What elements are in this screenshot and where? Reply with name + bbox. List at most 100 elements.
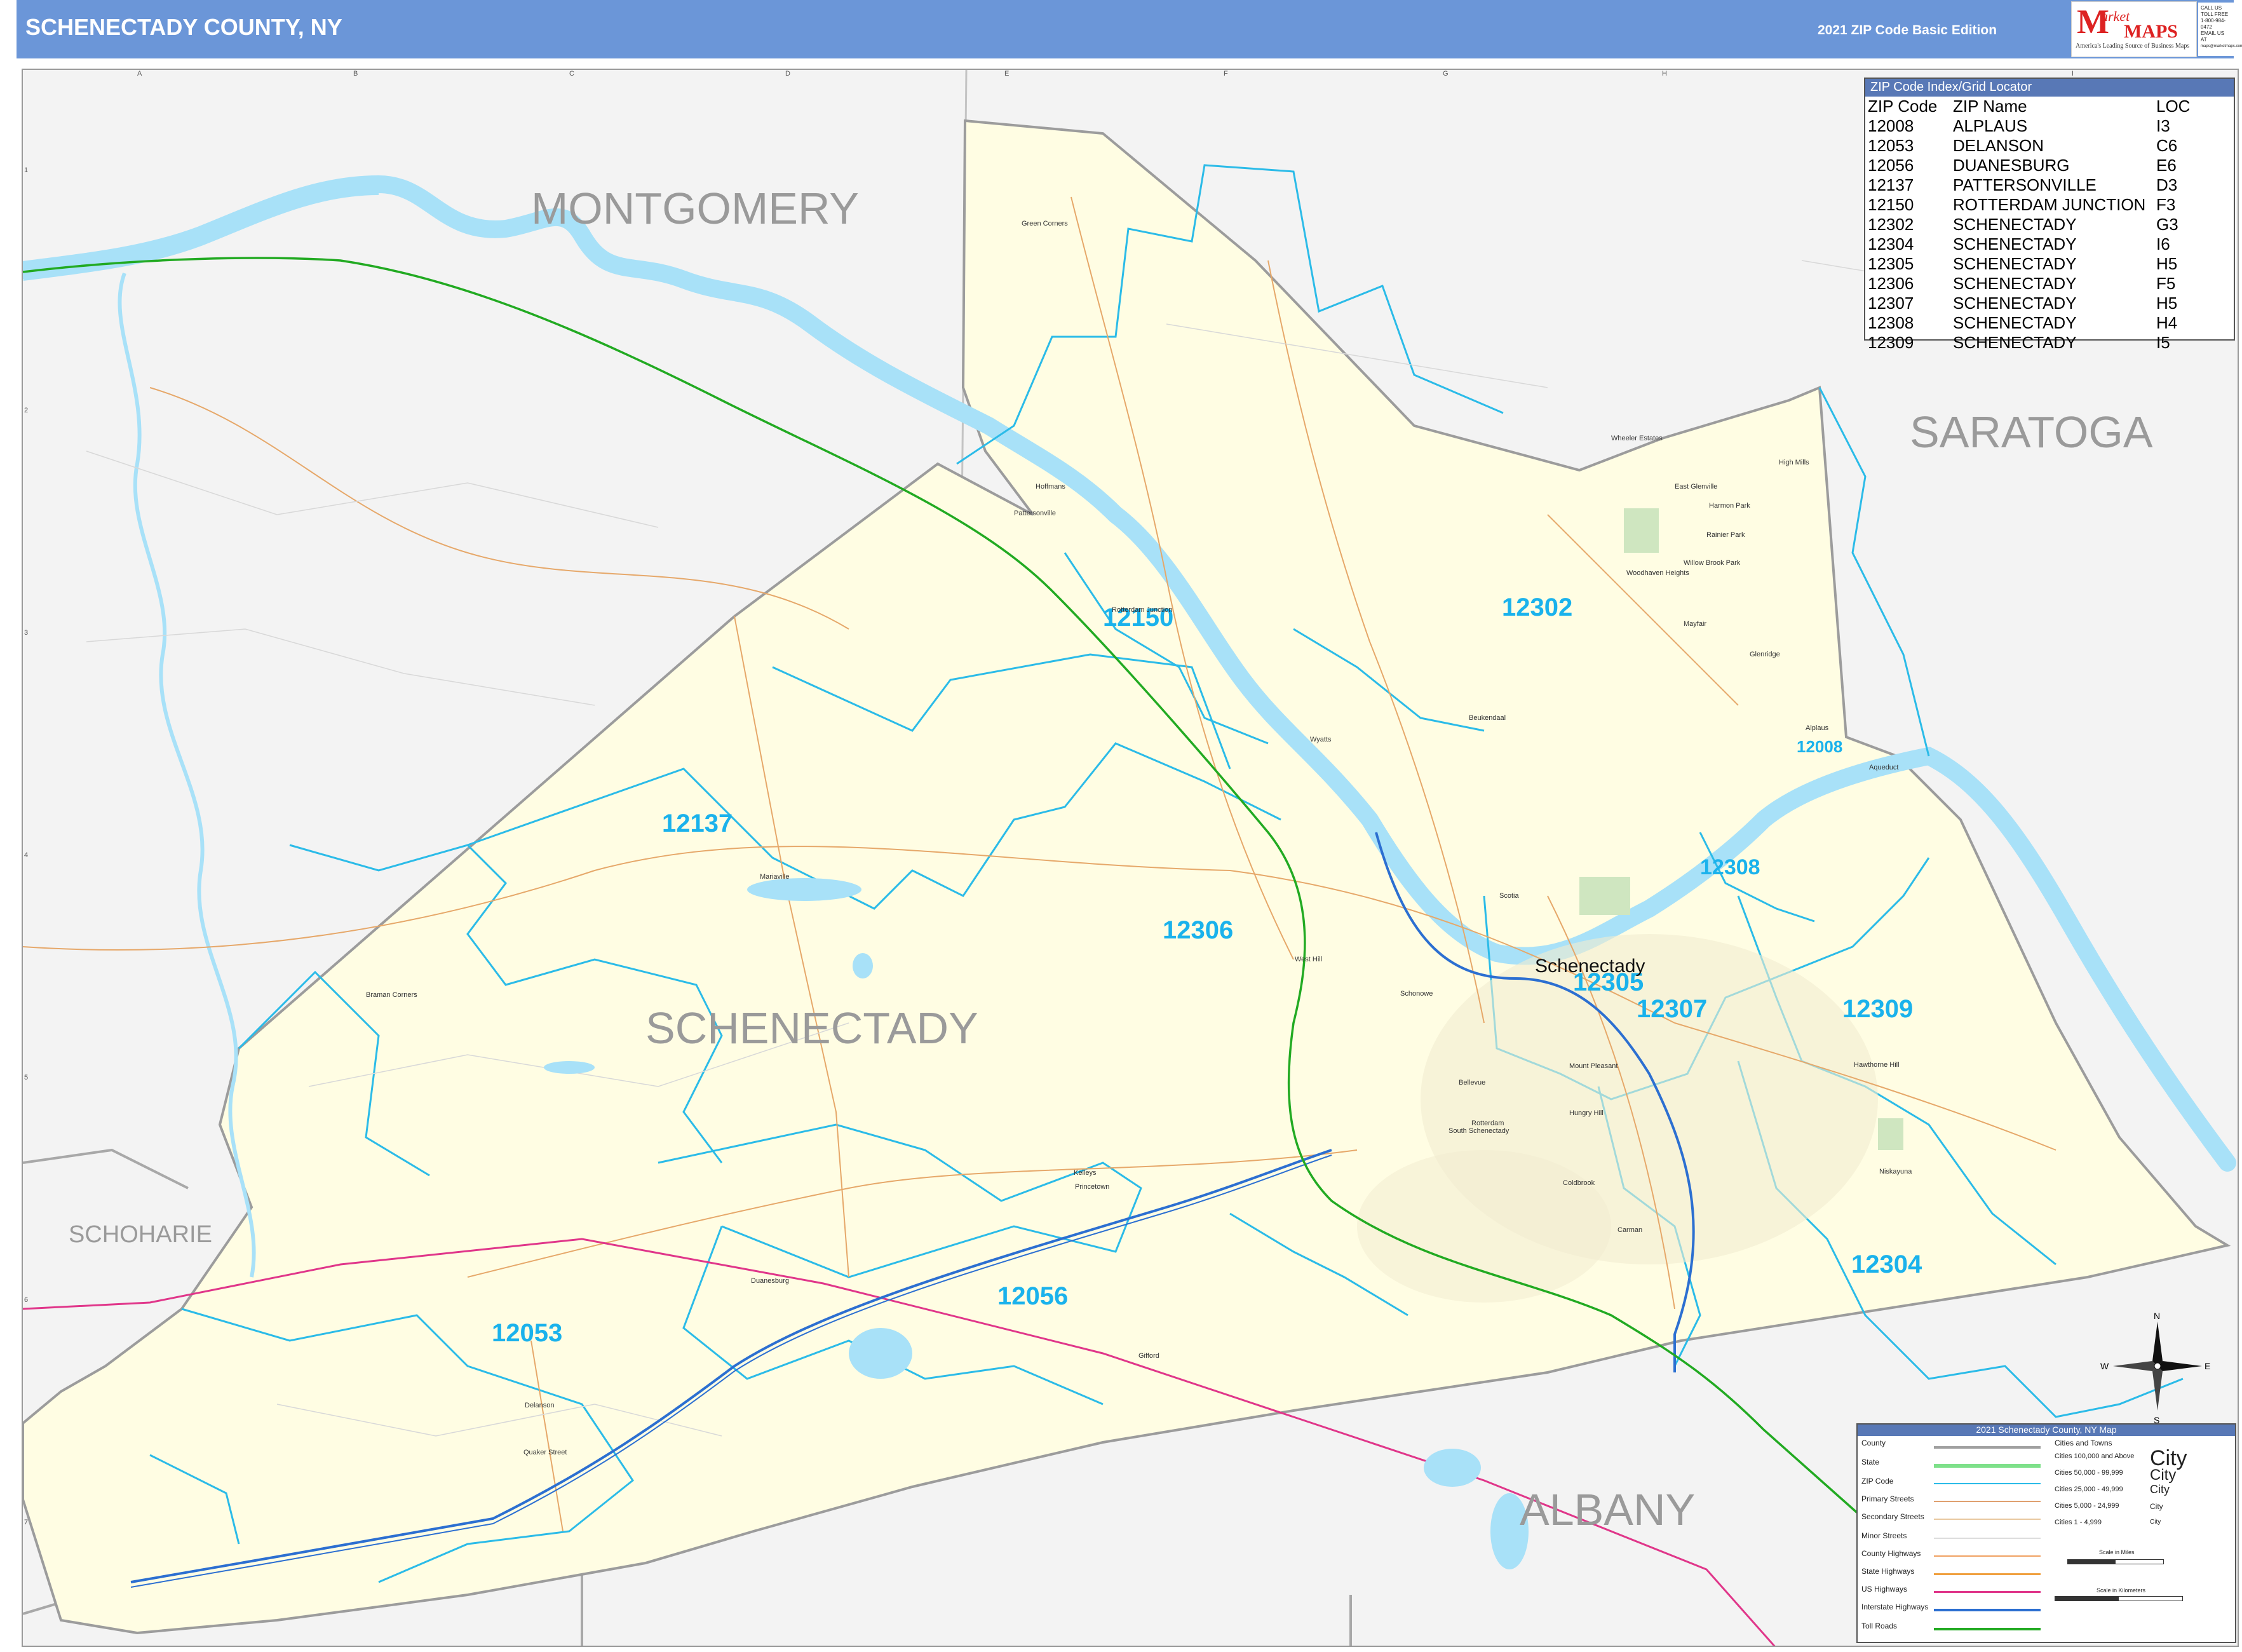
legend-city-sample: City bbox=[2150, 1502, 2163, 1511]
table-row: 12008 ALPLAUS I3 bbox=[1868, 116, 2220, 136]
place-label: Green Corners bbox=[1022, 220, 1068, 227]
legend-line-county-hwy bbox=[1934, 1555, 2041, 1557]
legend-row-interstate: Interstate Highways bbox=[1861, 1602, 1928, 1620]
county-label-saratoga: SARATOGA bbox=[1910, 407, 2153, 457]
grid-row-3: 3 bbox=[24, 629, 29, 637]
legend-line-minor bbox=[1934, 1538, 2041, 1539]
contact-line: EMAIL US AT bbox=[2201, 30, 2225, 43]
place-label: Pattersonville bbox=[1014, 510, 1057, 517]
zip-loc: F3 bbox=[2156, 195, 2176, 214]
contact-line: CALL US TOLL FREE bbox=[2201, 5, 2229, 17]
legend-row-county-hwy: County Highways bbox=[1861, 1549, 1921, 1567]
place-label: Quaker Street bbox=[523, 1449, 567, 1456]
contact-line: 1-800-984-0472 bbox=[2201, 18, 2226, 30]
place-label: Woodhaven Heights bbox=[1626, 569, 1689, 577]
zip-code: 12056 bbox=[1868, 156, 1914, 175]
legend-title: 2021 Schenectady County, NY Map bbox=[1858, 1425, 2235, 1436]
legend-row-state-hwy: State Highways bbox=[1861, 1567, 1914, 1585]
compass-e: E bbox=[2205, 1361, 2210, 1371]
place-label: Willow Brook Park bbox=[1684, 559, 1741, 567]
grid-col-a: A bbox=[137, 70, 142, 78]
col-header: LOC bbox=[2156, 97, 2191, 116]
scale-bar-km bbox=[2055, 1596, 2183, 1601]
market-maps-logo[interactable]: M arket MAPS America's Leading Source of… bbox=[2071, 1, 2197, 57]
zip-loc: F5 bbox=[2156, 274, 2176, 293]
grid-row-5: 5 bbox=[24, 1074, 29, 1081]
place-label: Kelleys bbox=[1074, 1169, 1097, 1177]
legend-row-us-hwy: US Highways bbox=[1861, 1585, 1907, 1602]
place-label: Wheeler Estates bbox=[1611, 435, 1663, 442]
legend-line-zip bbox=[1934, 1483, 2041, 1484]
place-label: Wyatts bbox=[1310, 736, 1332, 743]
grid-row-4: 4 bbox=[24, 851, 29, 859]
park bbox=[1878, 1118, 1903, 1150]
table-row: 12304 SCHENECTADY I6 bbox=[1868, 234, 2220, 254]
zip-name: SCHENECTADY bbox=[1953, 294, 2077, 313]
table-row: 12137 PATTERSONVILLE D3 bbox=[1868, 175, 2220, 195]
zip-name: DELANSON bbox=[1953, 136, 2044, 155]
grid-col-h: H bbox=[1662, 70, 1667, 78]
city-label-schenectady: Schenectady bbox=[1535, 956, 1645, 977]
table-row: 12308 SCHENECTADY H4 bbox=[1868, 313, 2220, 333]
place-label: Bellevue bbox=[1459, 1079, 1486, 1087]
place-label: Carman bbox=[1617, 1226, 1643, 1234]
zip-code: 12307 bbox=[1868, 294, 1914, 313]
zip-name: DUANESBURG bbox=[1953, 156, 2070, 175]
zip-label-12302: 12302 bbox=[1502, 593, 1573, 621]
legend-label: Minor Streets bbox=[1861, 1531, 1907, 1540]
zip-code: 12304 bbox=[1868, 234, 1914, 254]
legend-city-size: Cities 50,000 - 99,999 bbox=[2055, 1469, 2123, 1477]
zip-loc: H5 bbox=[2156, 294, 2178, 313]
place-label: Harmon Park bbox=[1709, 502, 1750, 510]
legend-line-us-hwy bbox=[1934, 1591, 2041, 1593]
legend-line-state-hwy bbox=[1934, 1573, 2041, 1575]
zip-code: 12305 bbox=[1868, 254, 1914, 273]
place-label: Delanson bbox=[525, 1402, 555, 1409]
grid-row-7: 7 bbox=[24, 1519, 29, 1526]
legend-line-interstate bbox=[1934, 1609, 2041, 1611]
county-label-schenectady: SCHENECTADY bbox=[645, 1003, 978, 1053]
map-legend: 2021 Schenectady County, NY Map County S… bbox=[1856, 1423, 2236, 1643]
zip-code: 12306 bbox=[1868, 274, 1914, 293]
place-label: Aqueduct bbox=[1869, 764, 1899, 771]
park bbox=[1624, 508, 1659, 553]
zip-loc: G3 bbox=[2156, 215, 2178, 234]
table-row: 12302 SCHENECTADY G3 bbox=[1868, 215, 2220, 234]
place-label: Hoffmans bbox=[1036, 483, 1065, 491]
legend-label: Toll Roads bbox=[1861, 1622, 1898, 1630]
zip-index-panel: ZIP Code Index/Grid Locator ZIP Code ZIP… bbox=[1864, 78, 2235, 352]
legend-label: US Highways bbox=[1861, 1585, 1908, 1594]
legend-line-primary bbox=[1934, 1501, 2041, 1502]
legend-label: Interstate Highways bbox=[1861, 1602, 1929, 1611]
place-label: Glenridge bbox=[1750, 651, 1780, 658]
place-label: Braman Corners bbox=[366, 991, 417, 999]
legend-line-state bbox=[1934, 1464, 2041, 1468]
zip-name: SCHENECTADY bbox=[1953, 333, 2077, 352]
zip-label-12309: 12309 bbox=[1842, 995, 1914, 1023]
scale-miles-label: Scale in Miles bbox=[2099, 1549, 2135, 1555]
legend-row-minor: Minor Streets bbox=[1861, 1531, 1907, 1549]
place-label: High Mills bbox=[1779, 459, 1809, 466]
zip-index-table: ZIP Code ZIP Name LOC 12008 ALPLAUS I3 120… bbox=[1868, 97, 2220, 353]
grid-col-i: I bbox=[2072, 70, 2074, 78]
contact-line: maps@marketmaps.com bbox=[2201, 44, 2242, 48]
legend-row-secondary: Secondary Streets bbox=[1861, 1512, 1924, 1530]
zip-name: ALPLAUS bbox=[1953, 116, 2028, 135]
legend-cities-header: Cities and Towns bbox=[2055, 1439, 2112, 1447]
contact-box: CALL US TOLL FREE 1-800-984-0472 EMAIL U… bbox=[2198, 3, 2242, 56]
header-bar: SCHENECTADY COUNTY, NY 2021 ZIP Code Bas… bbox=[17, 0, 2234, 58]
zip-code: 12053 bbox=[1868, 136, 1914, 155]
legend-label: Primary Streets bbox=[1861, 1494, 1914, 1503]
county-label-albany: ALBANY bbox=[1520, 1485, 1696, 1534]
zip-label-12306: 12306 bbox=[1163, 916, 1234, 944]
place-label: Mariaville bbox=[760, 873, 790, 881]
legend-city-sample: City bbox=[2150, 1466, 2177, 1484]
zip-name: PATTERSONVILLE bbox=[1953, 175, 2097, 194]
scale-km-label: Scale in Kilometers bbox=[2097, 1587, 2146, 1594]
legend-line-secondary bbox=[1934, 1519, 2041, 1520]
legend-city-size: Cities 1 - 4,999 bbox=[2055, 1519, 2102, 1526]
zip-loc: D3 bbox=[2156, 175, 2178, 194]
zip-loc: E6 bbox=[2156, 156, 2177, 175]
zip-name: SCHENECTADY bbox=[1953, 234, 2077, 254]
scale-bar-miles bbox=[2067, 1559, 2164, 1564]
